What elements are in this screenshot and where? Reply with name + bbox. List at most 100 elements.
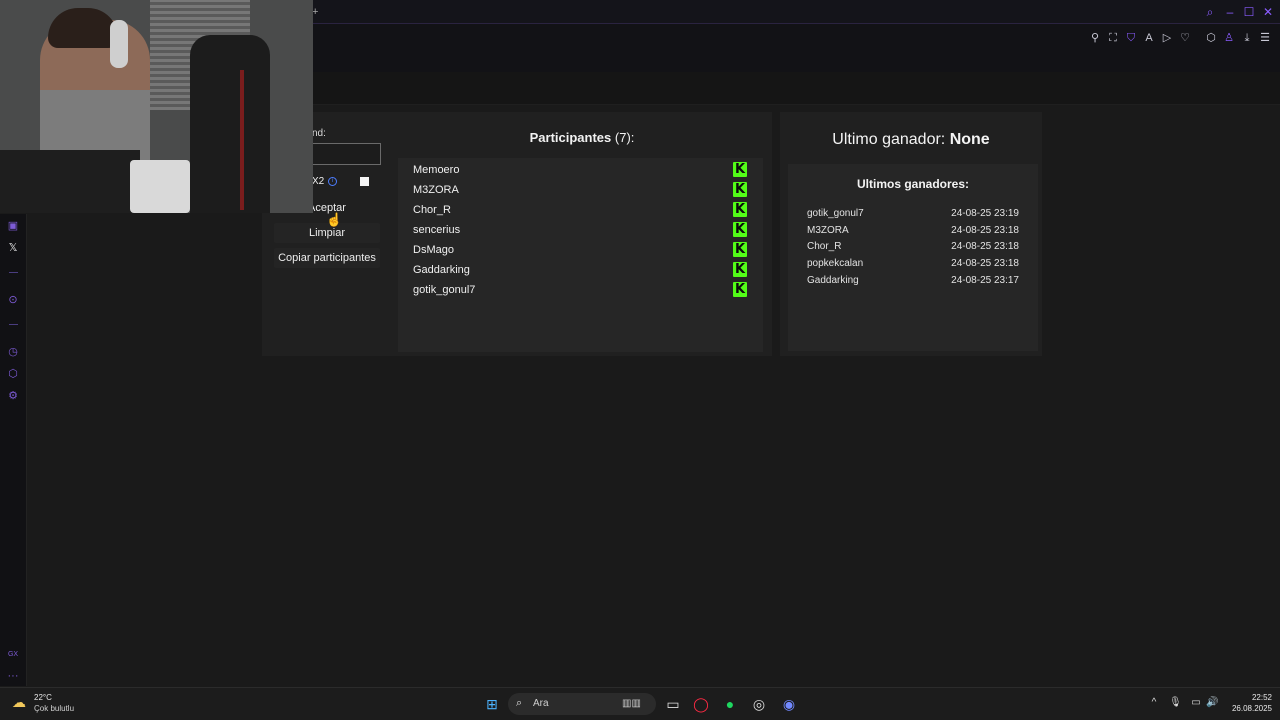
clock-date[interactable]: 26.08.2025 — [1222, 704, 1272, 713]
maximize-icon[interactable]: ☐ — [1241, 4, 1257, 20]
winner-row: popkekcalan 24-08-25 23:18 — [807, 258, 1019, 272]
winner-time: 24-08-25 23:18 — [951, 241, 1019, 252]
webcam-gaming-chair — [190, 35, 270, 213]
settings-icon[interactable]: ⚙ — [6, 389, 20, 403]
code-input[interactable] — [312, 143, 381, 165]
participants-title: Participantes (7): — [392, 130, 772, 145]
pin-icon[interactable]: ⚲ — [1088, 31, 1102, 45]
list-item: Memoero K — [413, 162, 753, 180]
winner-time: 24-08-25 23:17 — [951, 275, 1019, 286]
winner-name: gotik_gonul7 — [807, 208, 864, 219]
kick-icon: K — [733, 222, 747, 237]
discord-icon[interactable]: ◉ — [780, 695, 798, 713]
info-icon[interactable]: i — [328, 177, 337, 186]
participants-heading: Participantes — [529, 130, 612, 145]
search-placeholder: Ara — [533, 698, 549, 709]
sidebar-divider — [9, 272, 18, 273]
webcam-overlay — [0, 0, 313, 213]
play-icon[interactable]: ▷ — [1160, 31, 1174, 45]
participant-name: Chor_R — [413, 204, 451, 216]
shield-icon[interactable]: ⛉ — [1124, 31, 1138, 45]
file-explorer-icon[interactable]: ▭ — [664, 695, 682, 713]
winners-list-title: Ultimos ganadores: — [856, 177, 970, 191]
player-icon[interactable]: ⊙ — [6, 293, 20, 307]
winner-time: 24-08-25 23:18 — [951, 258, 1019, 269]
x2-label: X2 — [312, 176, 325, 187]
winner-name: M3ZORA — [807, 225, 849, 236]
crop-icon[interactable]: ⛶ — [1106, 31, 1120, 45]
download-icon[interactable]: ⤓ — [1240, 31, 1254, 45]
kick-icon: K — [733, 242, 747, 257]
winner-row: gotik_gonul7 24-08-25 23:19 — [807, 208, 1019, 222]
clock-time[interactable]: 22:52 — [1236, 693, 1272, 702]
participant-name: Gaddarking — [413, 264, 470, 276]
minimize-icon[interactable]: – — [1222, 4, 1238, 20]
webcam-chair-stripe — [240, 70, 244, 210]
search-tabs-icon[interactable]: ⌕ — [1202, 4, 1218, 20]
participants-count: (7): — [614, 130, 635, 145]
winner-row: Chor_R 24-08-25 23:18 — [807, 241, 1019, 255]
x-icon[interactable]: 𝕏 — [6, 241, 20, 255]
webcam-headphones — [110, 20, 128, 68]
browser-sidebar — [0, 214, 27, 686]
volume-icon[interactable]: 🔊 — [1206, 697, 1218, 709]
network-icon[interactable]: ▭ — [1190, 697, 1202, 709]
opera-gx-icon[interactable]: ◯ — [692, 695, 710, 713]
kick-icon: K — [733, 262, 747, 277]
microphone-icon[interactable]: 🎙 — [1169, 697, 1182, 709]
kick-icon: K — [733, 282, 747, 297]
profile-icon[interactable]: ♙ — [1222, 31, 1236, 45]
winner-time: 24-08-25 23:19 — [951, 208, 1019, 219]
obs-icon[interactable]: ◎ — [750, 695, 768, 713]
weather-description[interactable]: Çok bulutlu — [34, 704, 74, 713]
winner-name: popkekcalan — [807, 258, 864, 269]
sidebar-divider — [9, 324, 18, 325]
mouse-cursor-icon: ☝ — [326, 212, 343, 227]
weather-temperature[interactable]: 22°C — [34, 693, 52, 702]
webcam-person-hair — [48, 8, 118, 48]
more-icon[interactable]: ··· — [6, 669, 20, 683]
menu-icon[interactable]: ☰ — [1258, 31, 1272, 45]
participant-name: Memoero — [413, 164, 460, 176]
extensions-icon[interactable]: ⬡ — [6, 367, 20, 381]
winner-row: M3ZORA 24-08-25 23:18 — [807, 225, 1019, 239]
spotify-icon[interactable]: ● — [721, 695, 739, 713]
winner-time: 24-08-25 23:18 — [951, 225, 1019, 236]
list-item: gotik_gonul7 K — [413, 282, 753, 300]
weather-icon[interactable]: ☁ — [12, 694, 30, 710]
winner-name: Chor_R — [807, 241, 842, 252]
participant-name: M3ZORA — [413, 184, 459, 196]
participant-name: DsMago — [413, 244, 454, 256]
twitch-icon[interactable]: ▣ — [6, 219, 20, 233]
winner-row: Gaddarking 24-08-25 23:17 — [807, 275, 1019, 289]
webcam-mic-arm — [130, 160, 190, 213]
list-item: sencerius K — [413, 222, 753, 240]
list-item: Gaddarking K — [413, 262, 753, 280]
close-icon[interactable]: ✕ — [1260, 4, 1276, 20]
tray-expand-icon[interactable]: ^ — [1148, 697, 1160, 709]
code-label: nd: — [312, 128, 326, 139]
last-winner-value: None — [949, 131, 990, 148]
list-item: DsMago K — [413, 242, 753, 260]
x2-checkbox[interactable] — [360, 177, 369, 186]
participant-name: sencerius — [413, 224, 461, 236]
windows-start-icon[interactable]: ⊞ — [483, 695, 501, 713]
history-icon[interactable]: ◷ — [6, 345, 20, 359]
participant-name: gotik_gonul7 — [413, 284, 476, 296]
extensions-icon[interactable]: ⬡ — [1204, 31, 1218, 45]
webcam-foreground — [0, 150, 140, 213]
kick-icon: K — [733, 182, 747, 197]
kick-icon: K — [733, 202, 747, 217]
translate-icon[interactable]: A — [1142, 31, 1156, 45]
search-icon: ⌕ — [516, 697, 523, 709]
kick-icon: K — [733, 162, 747, 177]
copy-participants-button[interactable]: Copiar participantes — [274, 248, 380, 268]
last-winner-label: Ultimo ganador: — [832, 131, 946, 148]
winner-name: Gaddarking — [807, 275, 859, 286]
search-highlight-icon[interactable]: ▥▥ — [622, 695, 641, 713]
heart-icon[interactable]: ♡ — [1178, 31, 1192, 45]
list-item: M3ZORA K — [413, 182, 753, 200]
list-item: Chor_R K — [413, 202, 753, 220]
last-winner: Ultimo ganador: None — [780, 131, 1042, 149]
gx-icon[interactable]: GX — [6, 648, 20, 662]
